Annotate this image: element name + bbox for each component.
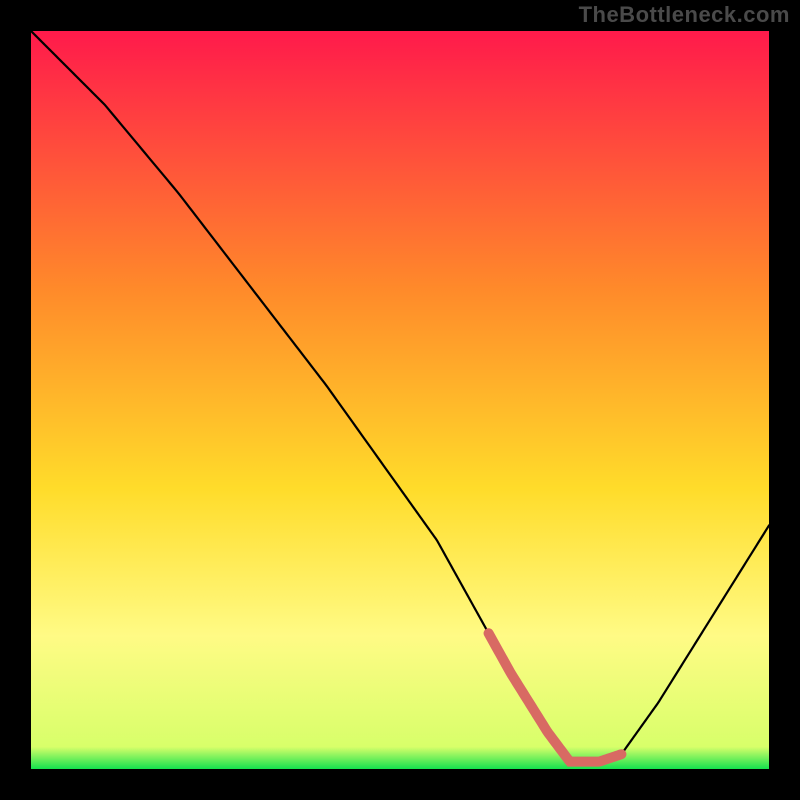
plot-area <box>31 31 769 769</box>
watermark-text: TheBottleneck.com <box>579 2 790 28</box>
chart-frame: TheBottleneck.com <box>0 0 800 800</box>
gradient-background <box>31 31 769 769</box>
bottleneck-chart <box>31 31 769 769</box>
